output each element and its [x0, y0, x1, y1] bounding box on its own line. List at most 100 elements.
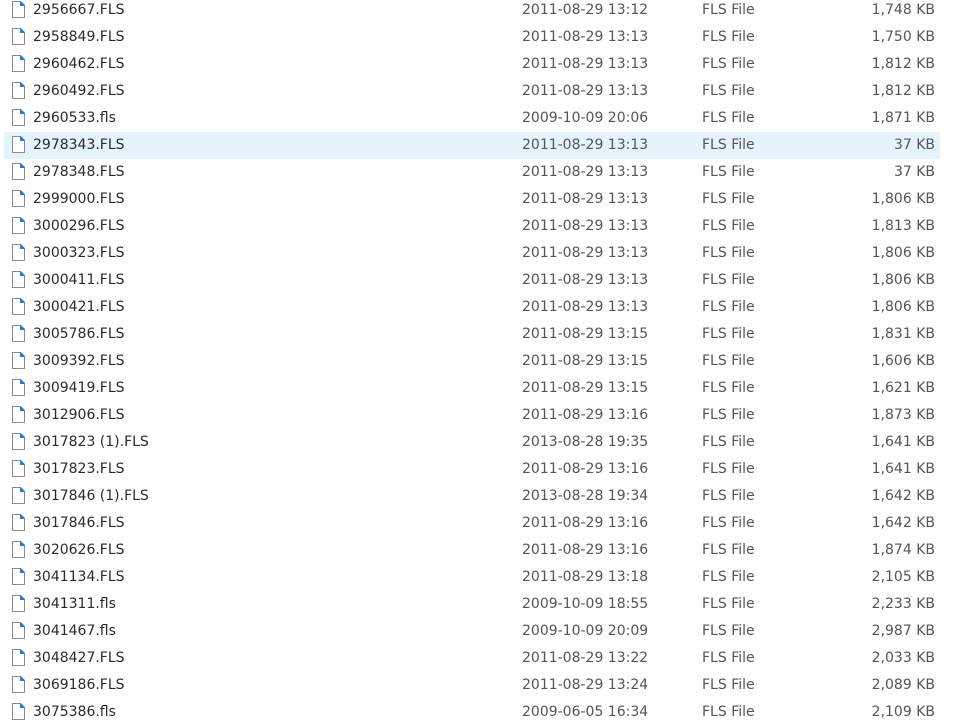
file-date-modified: 2011-08-29 13:13 [522, 29, 649, 45]
file-date-modified: 2009-10-09 20:06 [522, 110, 649, 126]
file-date-modified: 2009-10-09 20:09 [522, 623, 649, 639]
file-row[interactable]: 3000421.FLS 2011-08-29 13:13 FLS File 1,806… [4, 294, 940, 321]
file-icon [12, 190, 25, 207]
file-row[interactable]: 2960462.FLS 2011-08-29 13:13 FLS File 1,812… [4, 51, 940, 78]
file-size: 1,806 KB [871, 245, 935, 261]
file-name: 2978348.FLS [33, 164, 125, 180]
file-date-modified: 2013-08-28 19:35 [522, 434, 649, 450]
file-name: 3048427.FLS [33, 650, 125, 666]
file-type: FLS File [702, 299, 755, 315]
file-date-modified: 2011-08-29 13:13 [522, 83, 649, 99]
file-row[interactable]: 3020626.FLS 2011-08-29 13:16 FLS File 1,874… [4, 537, 940, 564]
file-row[interactable]: 3075386.fls 2009-06-05 16:34 FLS File 2,109… [4, 699, 940, 726]
file-icon [12, 433, 25, 450]
file-row[interactable]: 3017846.FLS 2011-08-29 13:16 FLS File 1,642… [4, 510, 940, 537]
file-icon [12, 568, 25, 585]
file-name: 3000323.FLS [33, 245, 125, 261]
file-icon [12, 406, 25, 423]
file-icon [12, 649, 25, 666]
file-size: 1,750 KB [871, 29, 935, 45]
file-size: 1,642 KB [871, 488, 935, 504]
file-name: 3017823.FLS [33, 461, 125, 477]
file-size: 1,806 KB [871, 272, 935, 288]
file-row[interactable]: 3017823.FLS 2011-08-29 13:16 FLS File 1,641… [4, 456, 940, 483]
file-row[interactable]: 3048427.FLS 2011-08-29 13:22 FLS File 2,033… [4, 645, 940, 672]
file-size: 1,812 KB [871, 83, 935, 99]
file-size: 1,831 KB [871, 326, 935, 342]
file-row[interactable]: 3009392.FLS 2011-08-29 13:15 FLS File 1,606… [4, 348, 940, 375]
file-size: 1,871 KB [871, 110, 935, 126]
file-icon [12, 82, 25, 99]
file-row[interactable]: 2978343.FLS 2011-08-29 13:13 FLS File 37 KB [4, 132, 940, 159]
file-name: 2960492.FLS [33, 83, 125, 99]
file-row[interactable]: 2956667.FLS 2011-08-29 13:12 FLS File 1,748… [4, 0, 940, 24]
file-size: 1,806 KB [871, 191, 935, 207]
file-type: FLS File [702, 245, 755, 261]
file-date-modified: 2011-08-29 13:13 [522, 56, 649, 72]
file-icon [12, 703, 25, 720]
file-type: FLS File [702, 2, 755, 18]
file-row[interactable]: 2999000.FLS 2011-08-29 13:13 FLS File 1,806… [4, 186, 940, 213]
file-row[interactable]: 3000296.FLS 2011-08-29 13:13 FLS File 1,813… [4, 213, 940, 240]
file-date-modified: 2011-08-29 13:13 [522, 164, 649, 180]
file-type: FLS File [702, 461, 755, 477]
file-icon [12, 217, 25, 234]
file-size: 2,987 KB [871, 623, 935, 639]
file-row[interactable]: 2960533.fls 2009-10-09 20:06 FLS File 1,871… [4, 105, 940, 132]
file-row[interactable]: 3009419.FLS 2011-08-29 13:15 FLS File 1,621… [4, 375, 940, 402]
file-type: FLS File [702, 137, 755, 153]
file-type: FLS File [702, 704, 755, 720]
file-name: 3075386.fls [33, 704, 116, 720]
file-date-modified: 2011-08-29 13:13 [522, 218, 649, 234]
file-row[interactable]: 3069186.FLS 2011-08-29 13:24 FLS File 2,089… [4, 672, 940, 699]
file-type: FLS File [702, 218, 755, 234]
file-type: FLS File [702, 542, 755, 558]
file-type: FLS File [702, 272, 755, 288]
file-size: 1,813 KB [871, 218, 935, 234]
file-row[interactable]: 3017846 (1).FLS 2013-08-28 19:34 FLS File 1… [4, 483, 940, 510]
file-icon [12, 109, 25, 126]
file-type: FLS File [702, 515, 755, 531]
file-date-modified: 2009-06-05 16:34 [522, 704, 649, 720]
file-row[interactable]: 2978348.FLS 2011-08-29 13:13 FLS File 37 KB [4, 159, 940, 186]
file-row[interactable]: 3000323.FLS 2011-08-29 13:13 FLS File 1,806… [4, 240, 940, 267]
file-icon [12, 325, 25, 342]
file-row[interactable]: 2960492.FLS 2011-08-29 13:13 FLS File 1,812… [4, 78, 940, 105]
file-row[interactable]: 2958849.FLS 2011-08-29 13:13 FLS File 1,750… [4, 24, 940, 51]
file-icon [12, 460, 25, 477]
file-icon [12, 595, 25, 612]
file-row[interactable]: 3041134.FLS 2011-08-29 13:18 FLS File 2,105… [4, 564, 940, 591]
file-date-modified: 2011-08-29 13:15 [522, 353, 649, 369]
file-name: 3017823 (1).FLS [33, 434, 149, 450]
file-type: FLS File [702, 191, 755, 207]
file-row[interactable]: 3005786.FLS 2011-08-29 13:15 FLS File 1,831… [4, 321, 940, 348]
file-name: 3009419.FLS [33, 380, 125, 396]
file-size: 1,621 KB [871, 380, 935, 396]
file-name: 2978343.FLS [33, 137, 125, 153]
file-type: FLS File [702, 677, 755, 693]
file-size: 2,105 KB [871, 569, 935, 585]
file-name: 3000411.FLS [33, 272, 125, 288]
file-date-modified: 2011-08-29 13:12 [522, 2, 649, 18]
file-row[interactable]: 3017823 (1).FLS 2013-08-28 19:35 FLS File 1… [4, 429, 940, 456]
file-size: 2,089 KB [871, 677, 935, 693]
file-type: FLS File [702, 326, 755, 342]
file-icon [12, 271, 25, 288]
file-list: 2956667.FLS 2011-08-29 13:12 FLS File 1,748… [0, 0, 968, 726]
file-name: 2960462.FLS [33, 56, 125, 72]
file-name: 3000421.FLS [33, 299, 125, 315]
file-row[interactable]: 3012906.FLS 2011-08-29 13:16 FLS File 1,873… [4, 402, 940, 429]
file-row[interactable]: 3041467.fls 2009-10-09 20:09 FLS File 2,987… [4, 618, 940, 645]
file-row[interactable]: 3041311.fls 2009-10-09 18:55 FLS File 2,233… [4, 591, 940, 618]
file-date-modified: 2011-08-29 13:16 [522, 407, 649, 423]
file-date-modified: 2011-08-29 13:13 [522, 299, 649, 315]
file-size: 1,642 KB [871, 515, 935, 531]
file-row[interactable]: 3000411.FLS 2011-08-29 13:13 FLS File 1,806… [4, 267, 940, 294]
file-type: FLS File [702, 164, 755, 180]
file-type: FLS File [702, 83, 755, 99]
file-size: 1,874 KB [871, 542, 935, 558]
file-size: 37 KB [893, 164, 935, 180]
file-icon [12, 541, 25, 558]
file-name: 2958849.FLS [33, 29, 125, 45]
file-name: 3017846 (1).FLS [33, 488, 149, 504]
